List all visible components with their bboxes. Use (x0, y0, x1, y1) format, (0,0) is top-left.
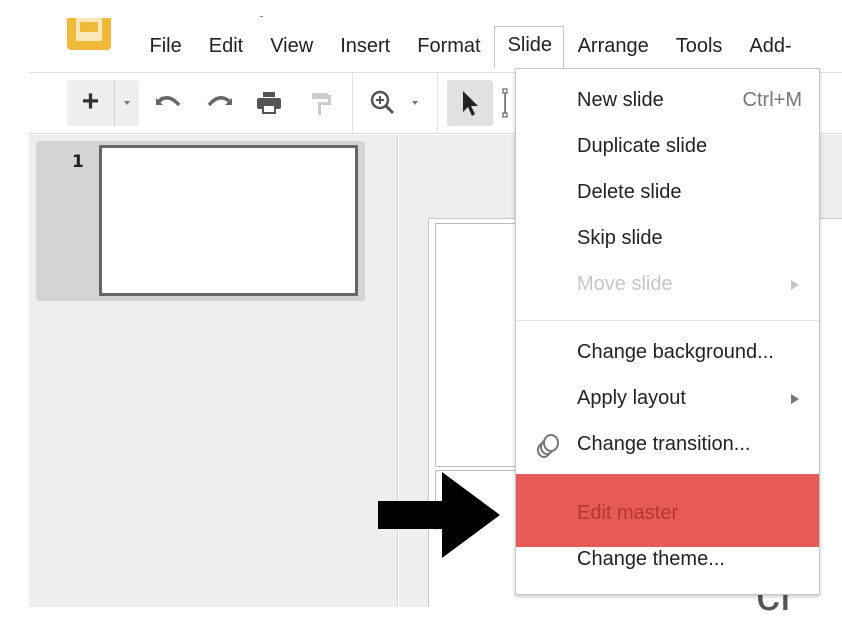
menu-item-delete-slide[interactable]: Delete slide (516, 171, 819, 217)
menu-item-label: Change theme... (577, 548, 725, 570)
zoom-button[interactable] (367, 87, 399, 119)
menu-item-move-slide: Move slide (516, 263, 819, 309)
menu-arrange[interactable]: Arrange (564, 28, 662, 68)
undo-icon (156, 96, 181, 107)
menu-format[interactable]: Format (404, 28, 494, 68)
menu-item-apply-layout[interactable]: Apply layout (516, 377, 819, 423)
text-box-icon (502, 88, 508, 118)
menu-item-change-background[interactable]: Change background... (516, 331, 819, 377)
menu-item-label: Delete slide (577, 181, 682, 203)
menu-item-label: Change transition... (577, 433, 751, 455)
menu-addons[interactable]: Add- (736, 28, 805, 68)
chevron-down-icon (123, 101, 130, 105)
right-arrow-annotation-icon (378, 472, 500, 558)
menu-item-label: New slide (577, 89, 664, 111)
new-slide-button-group: + (67, 80, 139, 126)
menu-item-shortcut: Ctrl+M (742, 89, 802, 111)
transition-icon (534, 432, 562, 460)
toolbar-divider (352, 73, 353, 133)
toolbar-divider (437, 73, 438, 133)
menu-insert[interactable]: Insert (327, 28, 404, 68)
slide-thumbnail[interactable] (99, 145, 358, 296)
zoom-icon (370, 90, 395, 115)
menu-item-label: Duplicate slide (577, 135, 708, 157)
paint-format-button[interactable] (305, 87, 337, 119)
undo-button[interactable] (153, 87, 185, 119)
menu-item-label: Edit master (577, 502, 679, 524)
redo-icon (207, 96, 232, 107)
slide-filmstrip: 1 (29, 135, 398, 607)
slide-number: 1 (72, 152, 84, 172)
menu-item-label: Apply layout (577, 387, 686, 409)
menu-file[interactable]: File (136, 28, 195, 68)
menu-item-label: Skip slide (577, 227, 663, 249)
menu-tools[interactable]: Tools (662, 28, 736, 68)
menu-item-new-slide[interactable]: New slide Ctrl+M (516, 79, 819, 125)
print-icon (257, 92, 281, 114)
menu-item-label: Move slide (577, 273, 673, 295)
menu-item-change-transition[interactable]: Change transition... (516, 423, 819, 469)
submenu-arrow-icon (791, 394, 799, 404)
select-cursor-icon (463, 91, 478, 116)
document-title-fragment (260, 16, 263, 17)
menu-edit[interactable]: Edit (195, 28, 256, 68)
new-slide-button[interactable]: + (67, 80, 114, 126)
paint-format-icon (312, 93, 331, 115)
menu-item-edit-master[interactable]: Edit master (516, 474, 819, 547)
zoom-dropdown[interactable] (405, 87, 425, 119)
menu-item-duplicate-slide[interactable]: Duplicate slide (516, 125, 819, 171)
menu-item-skip-slide[interactable]: Skip slide (516, 217, 819, 263)
menu-bar: File Edit View Insert Format Slide Arran… (136, 26, 805, 68)
google-slides-logo-icon[interactable] (67, 18, 111, 50)
select-button[interactable] (447, 80, 493, 126)
slide-thumbnail-item[interactable]: 1 (36, 141, 365, 301)
menu-slide[interactable]: Slide (494, 26, 565, 68)
menu-item-change-theme[interactable]: Change theme... (516, 538, 819, 584)
menu-item-label: Change background... (577, 341, 774, 363)
text-box-button[interactable] (501, 87, 515, 119)
submenu-arrow-icon (791, 280, 799, 290)
redo-button[interactable] (203, 87, 235, 119)
menu-view[interactable]: View (257, 28, 327, 68)
new-slide-layout-dropdown[interactable] (115, 80, 139, 126)
menu-separator (516, 320, 819, 321)
chevron-down-icon (411, 101, 418, 105)
print-button[interactable] (253, 87, 285, 119)
slide-menu-dropdown: New slide Ctrl+M Duplicate slide Delete … (515, 68, 820, 595)
